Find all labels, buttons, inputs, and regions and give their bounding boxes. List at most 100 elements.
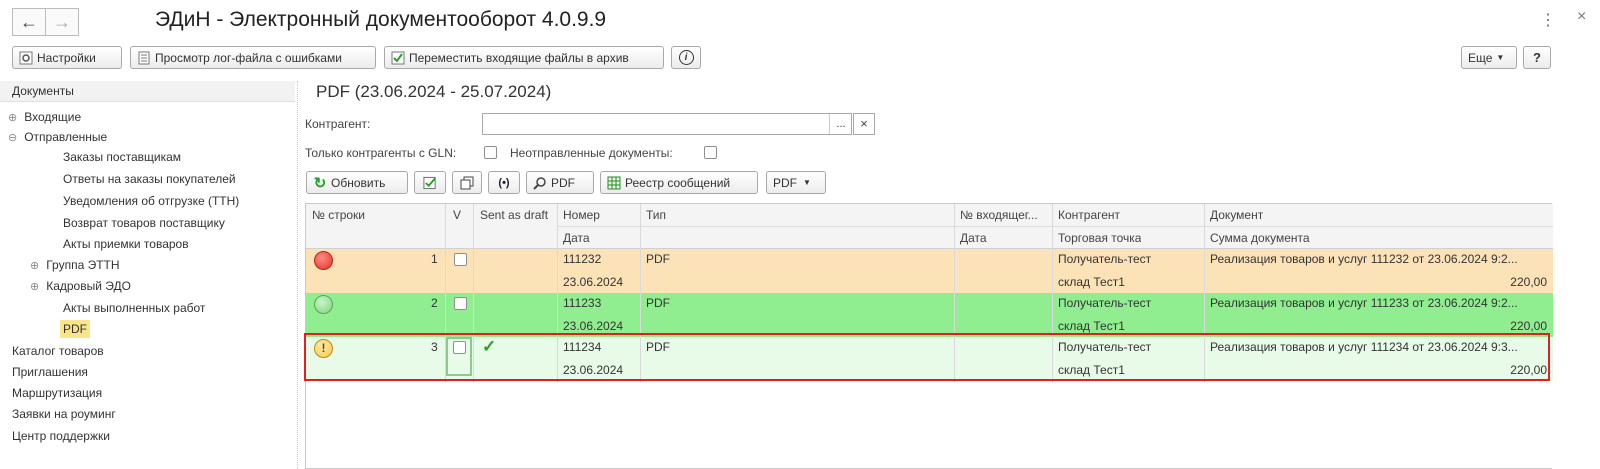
check-doc-icon — [423, 176, 437, 190]
move-to-archive-label: Переместить входящие файлы в архив — [409, 50, 629, 65]
documents-header: Документы — [0, 81, 295, 102]
arrow-right-icon: → — [53, 11, 71, 32]
selection-highlight-frame — [304, 333, 1550, 381]
arrow-left-icon: ← — [20, 11, 38, 32]
unsent-docs-label: Неотправленные документы: — [510, 146, 673, 160]
pdf-preview-label: PDF — [551, 175, 575, 190]
expand-plus-icon[interactable]: ⊕ — [8, 112, 17, 124]
status-ok-icon — [314, 295, 333, 314]
more-menu-button[interactable]: Еще ▼ — [1461, 46, 1517, 69]
tree-item-roaming-requests[interactable]: Заявки на роуминг — [12, 405, 116, 423]
col-header-date[interactable]: Дата — [563, 231, 590, 245]
tree-item-returns-to-supplier[interactable]: Возврат товаров поставщику — [63, 214, 225, 232]
archive-check-icon — [391, 51, 405, 65]
row-v-checkbox[interactable] — [454, 253, 467, 266]
tree-item-supplier-orders[interactable]: Заказы поставщикам — [63, 148, 181, 166]
col-header-incoming-no[interactable]: № входящег... — [960, 208, 1048, 222]
back-button[interactable]: ← — [12, 8, 46, 36]
refresh-button[interactable]: ↻ Обновить — [306, 171, 408, 194]
row-counterparty: Получатель-тест — [1058, 252, 1152, 266]
row-number: 1 — [431, 252, 438, 266]
col-header-number[interactable]: Номер — [563, 208, 600, 222]
copy-icon — [460, 176, 474, 190]
unsent-docs-checkbox[interactable] — [704, 146, 717, 159]
counterparty-clear-button[interactable]: × — [853, 113, 875, 135]
magnifier-icon — [533, 176, 547, 190]
counterparty-select-button[interactable]: ... — [829, 114, 852, 134]
tree-item-pdf[interactable]: PDF — [60, 320, 90, 338]
forward-button[interactable]: → — [45, 8, 79, 36]
tree-item-routing[interactable]: Маршрутизация — [12, 384, 102, 402]
row-number: 2 — [431, 296, 438, 310]
counterparty-label: Контрагент: — [305, 117, 371, 131]
dropdown-arrow-icon: ▼ — [803, 178, 811, 187]
col-header-v[interactable]: V — [453, 208, 461, 222]
table-grid-icon — [607, 176, 621, 190]
gln-only-checkbox[interactable] — [484, 146, 497, 159]
col-header-type[interactable]: Тип — [646, 208, 666, 222]
counterparty-input[interactable] — [482, 113, 852, 135]
clear-x-icon: × — [860, 116, 868, 131]
tree-item-incoming[interactable]: ⊕ Входящие — [8, 108, 81, 127]
col-header-incoming-date[interactable]: Дата — [960, 231, 987, 245]
refresh-icon: ↻ — [313, 174, 327, 192]
settings-gear-icon — [19, 51, 33, 65]
tree-item-acceptance-acts[interactable]: Акты приемки товаров — [63, 235, 189, 253]
col-header-document[interactable]: Документ — [1210, 208, 1263, 222]
col-header-doc-sum[interactable]: Сумма документа — [1210, 231, 1310, 245]
row-doc-sum: 220,00 — [1510, 275, 1547, 289]
row-doc-type: PDF — [646, 252, 670, 266]
tree-item-hr-edo[interactable]: ⊕ Кадровый ЭДО — [30, 277, 131, 296]
tree-item-buyer-order-responses[interactable]: Ответы на заказы покупателей — [63, 170, 236, 188]
move-to-archive-button[interactable]: Переместить входящие файлы в архив — [384, 46, 664, 69]
row-document: Реализация товаров и услуг 111232 от 23.… — [1210, 252, 1518, 266]
col-header-row-no[interactable]: № строки — [312, 208, 365, 222]
col-header-outlet[interactable]: Торговая точка — [1058, 231, 1141, 245]
pdf-preview-button[interactable]: PDF — [526, 171, 594, 194]
row-doc-number: 111233 — [563, 296, 602, 310]
help-label: ? — [1533, 50, 1541, 65]
pdf-menu-label: PDF — [773, 175, 797, 190]
refresh-label: Обновить — [331, 175, 386, 190]
more-label: Еще — [1468, 50, 1493, 65]
message-registry-label: Реестр сообщений — [625, 175, 731, 190]
view-log-button[interactable]: Просмотр лог-файла с ошибками — [130, 46, 376, 69]
tree-item-work-completion-acts[interactable]: Акты выполненных работ — [63, 299, 205, 317]
copy-button[interactable] — [452, 171, 482, 194]
info-icon: i — [678, 50, 694, 65]
close-icon[interactable]: × — [1577, 8, 1586, 26]
tree-item-product-catalog[interactable]: Каталог товаров — [12, 342, 104, 360]
settings-button[interactable]: Настройки — [12, 46, 122, 69]
tree-item-ettn-group[interactable]: ⊕ Группа ЭТТН — [30, 256, 120, 275]
row-outlet: склад Тест1 — [1058, 319, 1125, 333]
tree-item-sent[interactable]: ⊖ Отправленные — [8, 128, 107, 147]
row-outlet: склад Тест1 — [1058, 275, 1125, 289]
row-doc-sum: 220,00 — [1510, 319, 1547, 333]
expand-plus-icon[interactable]: ⊕ — [30, 260, 39, 272]
signal-button[interactable]: (•) — [488, 171, 520, 194]
col-header-sent-as-draft[interactable]: Sent as draft — [480, 208, 548, 222]
log-file-icon — [137, 51, 151, 65]
more-options-icon[interactable]: ⋮ — [1540, 10, 1556, 30]
table-row[interactable]: 2 111233 23.06.2024 PDF Получатель-тест … — [306, 293, 1553, 337]
tree-item-invitations[interactable]: Приглашения — [12, 363, 88, 381]
collapse-minus-icon[interactable]: ⊖ — [8, 132, 17, 144]
header-divider — [557, 226, 1553, 227]
info-button[interactable]: i — [671, 46, 701, 69]
check-button[interactable] — [414, 171, 446, 194]
row-doc-date: 23.06.2024 — [563, 319, 624, 333]
settings-label: Настройки — [37, 50, 96, 65]
pdf-menu-button[interactable]: PDF ▼ — [766, 171, 826, 194]
row-doc-number: 111232 — [563, 252, 602, 266]
message-registry-button[interactable]: Реестр сообщений — [600, 171, 758, 194]
row-v-checkbox[interactable] — [454, 297, 467, 310]
help-button[interactable]: ? — [1523, 46, 1551, 69]
tree-item-shipment-notices[interactable]: Уведомления об отгрузке (ТТН) — [63, 192, 239, 210]
panel-splitter[interactable] — [297, 81, 298, 469]
tree-item-support-center[interactable]: Центр поддержки — [12, 427, 110, 445]
col-header-counterparty[interactable]: Контрагент — [1058, 208, 1120, 222]
status-error-icon — [314, 251, 333, 270]
table-row[interactable]: 1 111232 23.06.2024 PDF Получатель-тест … — [306, 249, 1553, 293]
gln-only-label: Только контрагенты с GLN: — [305, 146, 457, 160]
expand-plus-icon[interactable]: ⊕ — [30, 281, 39, 293]
